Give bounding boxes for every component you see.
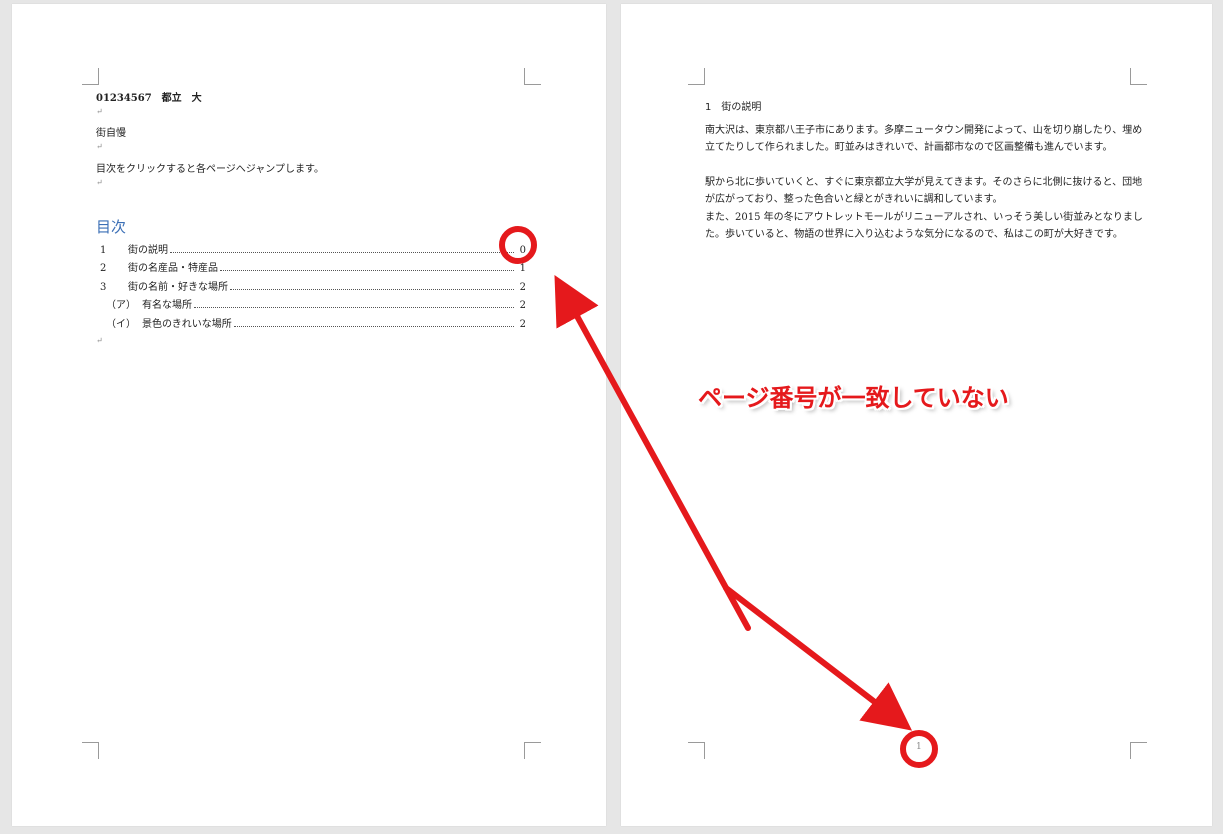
- arrow-to-page-number: [723, 585, 913, 731]
- annotation-overlay: [499, 226, 938, 768]
- highlight-circle-toc-page: [499, 226, 537, 264]
- highlight-circle-footer-page: [900, 730, 938, 768]
- annotation-callout: ページ番号が一致していない: [698, 384, 1009, 412]
- arrow-to-toc: [554, 274, 751, 631]
